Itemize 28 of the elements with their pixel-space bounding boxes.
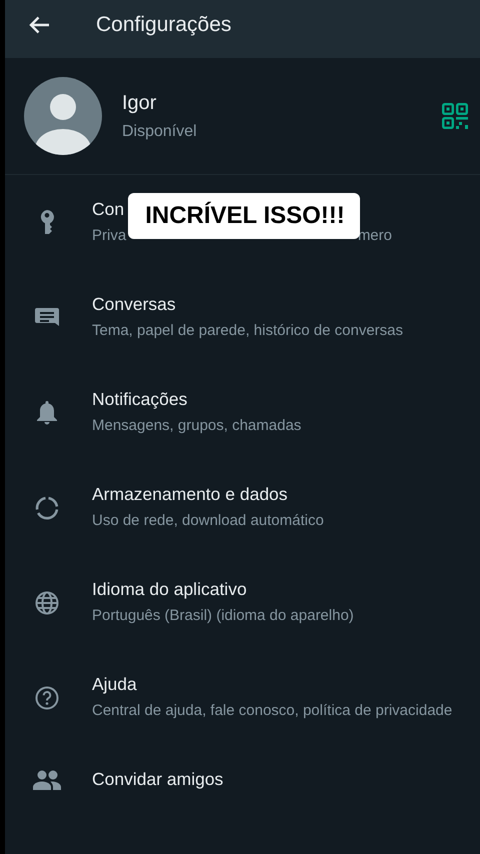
profile-name: Igor: [122, 92, 158, 114]
bell-icon: [37, 400, 57, 424]
setting-description: mero: [358, 226, 392, 246]
setting-title[interactable]: Notificações: [92, 389, 188, 410]
circle-arc-icon: [35, 496, 59, 520]
people-icon: [33, 770, 61, 790]
setting-title[interactable]: Idioma do aplicativo: [92, 579, 247, 600]
avatar-icon[interactable]: [24, 77, 102, 155]
setting-description: Mensagens, grupos, chamadas: [92, 416, 302, 436]
back-arrow-icon[interactable]: [29, 16, 49, 34]
setting-description: Português (Brasil) (idioma do aparelho): [92, 606, 355, 626]
setting-title[interactable]: Armazenamento e dados: [92, 484, 288, 505]
qr-code-icon[interactable]: [442, 103, 468, 129]
setting-description: Uso de rede, download automático: [92, 511, 325, 531]
setting-title[interactable]: Convidar amigos: [92, 769, 224, 790]
help-icon: [35, 686, 59, 710]
setting-title[interactable]: Conversas: [92, 294, 176, 315]
message-icon: [35, 308, 59, 328]
setting-description: Priva: [92, 226, 126, 246]
setting-description: Central de ajuda, fale conosco, política de privacidade: [92, 701, 454, 721]
setting-description: Tema, papel de parede, histórico de conversas: [92, 321, 404, 341]
key-icon: [40, 210, 54, 236]
caption-sticker: INCRÍVEL ISSO!!!: [128, 193, 360, 239]
profile-status: Disponível: [122, 122, 198, 140]
screen-title: Configurações: [96, 13, 232, 37]
setting-title[interactable]: Con: [92, 199, 124, 220]
globe-icon: [35, 590, 59, 614]
setting-title[interactable]: Ajuda: [92, 674, 137, 695]
